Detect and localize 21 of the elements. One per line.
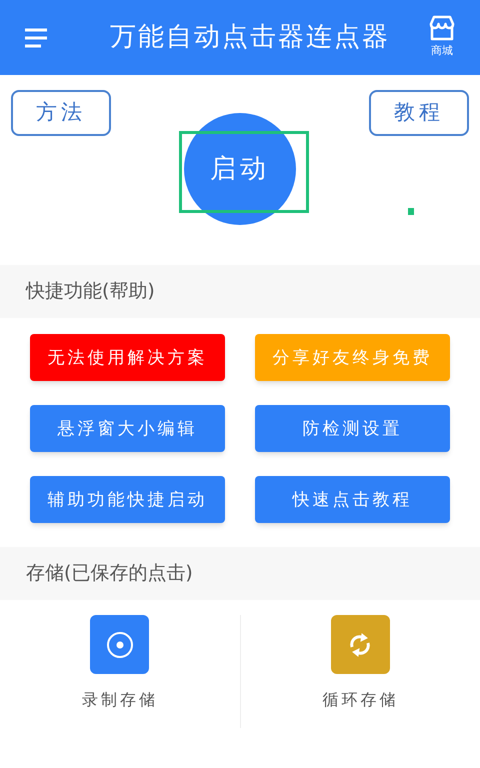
- text-button[interactable]: 教程: [369, 90, 469, 136]
- section-header: 存储(已保存的点击): [0, 547, 480, 600]
- action-button[interactable]: 分享好友终身免费: [255, 334, 450, 381]
- action-button[interactable]: 防检测设置: [255, 405, 450, 452]
- action-button[interactable]: 快速点击教程: [255, 476, 450, 523]
- storage-label: 录制存储: [82, 689, 158, 711]
- storage-tile[interactable]: [330, 615, 390, 674]
- action-button[interactable]: 悬浮窗大小编辑: [30, 405, 225, 452]
- record-icon: [106, 630, 134, 658]
- app-title: 万能自动点击器连点器: [109, 21, 391, 54]
- store-button[interactable]: 商城: [428, 15, 456, 60]
- action-button[interactable]: 无法使用解决方案: [30, 334, 225, 381]
- store-icon: [428, 15, 456, 42]
- section-header: 快捷功能(帮助): [0, 265, 480, 318]
- menu-icon[interactable]: [24, 28, 48, 48]
- action-button[interactable]: 辅助功能快捷启动: [30, 476, 225, 523]
- storage-label: 循环存储: [322, 689, 398, 711]
- refresh-icon: [348, 632, 372, 658]
- storage-tile[interactable]: [90, 615, 150, 674]
- text-button[interactable]: 方法: [11, 90, 111, 136]
- start-button[interactable]: 启动: [184, 113, 296, 225]
